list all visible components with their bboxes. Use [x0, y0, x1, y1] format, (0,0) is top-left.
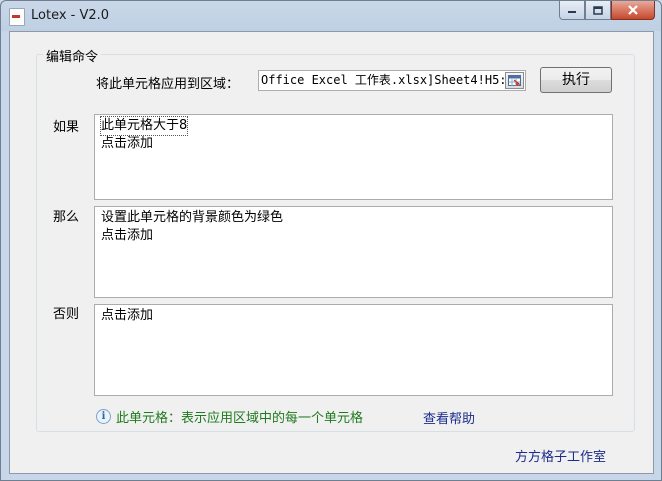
- hint-row: i 此单元格：表示应用区域中的每一个单元格: [96, 407, 363, 426]
- studio-link[interactable]: 方方格子工作室: [515, 446, 606, 465]
- then-label: 那么: [53, 210, 80, 225]
- if-label: 如果: [53, 120, 80, 135]
- dialog-body: 编辑命令 将此单元格应用到区域： Office Excel 工作表.xlsx]S…: [9, 31, 654, 474]
- range-select-icon: [508, 75, 521, 86]
- close-button[interactable]: [611, 1, 655, 20]
- range-input[interactable]: Office Excel 工作表.xlsx]Sheet4!H5:: [258, 70, 526, 91]
- execute-button[interactable]: 执行: [540, 67, 612, 93]
- then-action-list[interactable]: 设置此单元格的背景颜色为绿色 点击添加: [94, 206, 613, 298]
- else-add-item[interactable]: 点击添加: [101, 307, 606, 325]
- title-bar[interactable]: Lotex - V2.0: [1, 1, 661, 31]
- else-action-list[interactable]: 点击添加: [94, 304, 613, 396]
- minimize-button[interactable]: [559, 1, 585, 20]
- minimize-icon: [568, 11, 576, 13]
- close-icon: [628, 5, 638, 15]
- if-condition-list[interactable]: 此单元格大于8 点击添加: [94, 114, 613, 200]
- maximize-button[interactable]: [585, 1, 611, 20]
- then-add-item[interactable]: 点击添加: [101, 227, 606, 245]
- then-item[interactable]: 设置此单元格的背景颜色为绿色: [101, 209, 606, 227]
- group-title: 编辑命令: [43, 46, 102, 65]
- app-window: Lotex - V2.0 编辑命令 将此单元格应用到区域： Office Exc…: [0, 0, 662, 481]
- window-title: Lotex - V2.0: [31, 8, 110, 23]
- maximize-icon: [593, 5, 603, 15]
- info-icon: i: [96, 409, 111, 424]
- else-label: 否则: [53, 307, 80, 322]
- app-icon: [9, 8, 25, 26]
- range-picker-button[interactable]: [505, 72, 524, 89]
- range-label: 将此单元格应用到区域：: [96, 77, 240, 92]
- if-add-item[interactable]: 点击添加: [101, 135, 606, 153]
- if-item[interactable]: 此单元格大于8: [99, 116, 189, 136]
- help-link[interactable]: 查看帮助: [423, 408, 475, 427]
- window-controls: [559, 1, 655, 21]
- hint-text: 此单元格：表示应用区域中的每一个单元格: [116, 411, 364, 426]
